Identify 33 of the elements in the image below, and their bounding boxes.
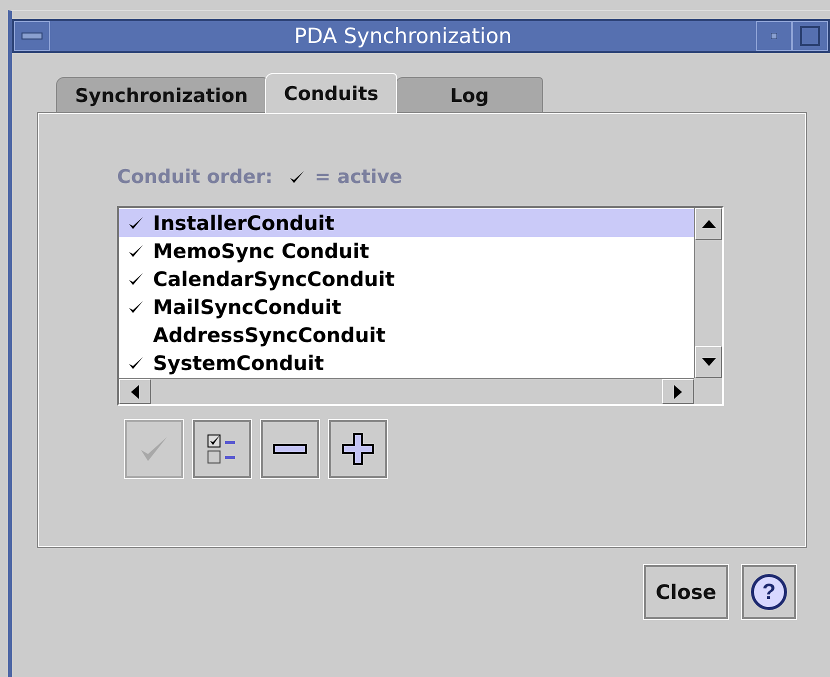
help-button[interactable]: ? [742,565,796,619]
left-arrow-icon [131,384,139,398]
conduit-order-label: Conduit order: [117,166,273,188]
list-item[interactable]: AddressSyncConduit [119,321,694,349]
maximize-button[interactable] [792,21,828,51]
list-item[interactable]: MemoSync Conduit [119,237,694,265]
tab[interactable]: Log [395,77,544,113]
minus-icon [272,443,308,455]
right-arrow-icon [674,384,682,398]
checklist-button[interactable] [193,420,251,478]
close-button[interactable]: Close [644,565,728,619]
add-button[interactable] [329,420,387,478]
tab[interactable]: Conduits [264,73,398,113]
window-menu-button[interactable] [14,21,50,51]
vertical-scrollbar[interactable] [694,208,722,378]
checkmark-icon [139,435,169,463]
checkmark-icon [288,170,305,184]
remove-button[interactable] [261,420,319,478]
plus-icon [341,432,375,466]
list-item[interactable]: CalendarSyncConduit [119,265,694,293]
scrollbar-corner [694,378,722,404]
help-icon: ? [751,574,787,610]
window-title: PDA Synchronization [293,24,513,48]
tab[interactable]: Synchronization [56,77,267,113]
list-item[interactable]: InstallerConduit [119,209,694,237]
square-icon [800,26,820,46]
horizontal-scrollbar[interactable] [119,378,694,404]
down-arrow-icon [702,358,716,366]
list-item[interactable]: SystemConduit [119,349,694,377]
legend-text: = active [314,166,402,188]
up-arrow-icon [702,220,716,228]
minus-icon [21,32,43,40]
list-item[interactable]: MailSyncConduit [119,293,694,321]
